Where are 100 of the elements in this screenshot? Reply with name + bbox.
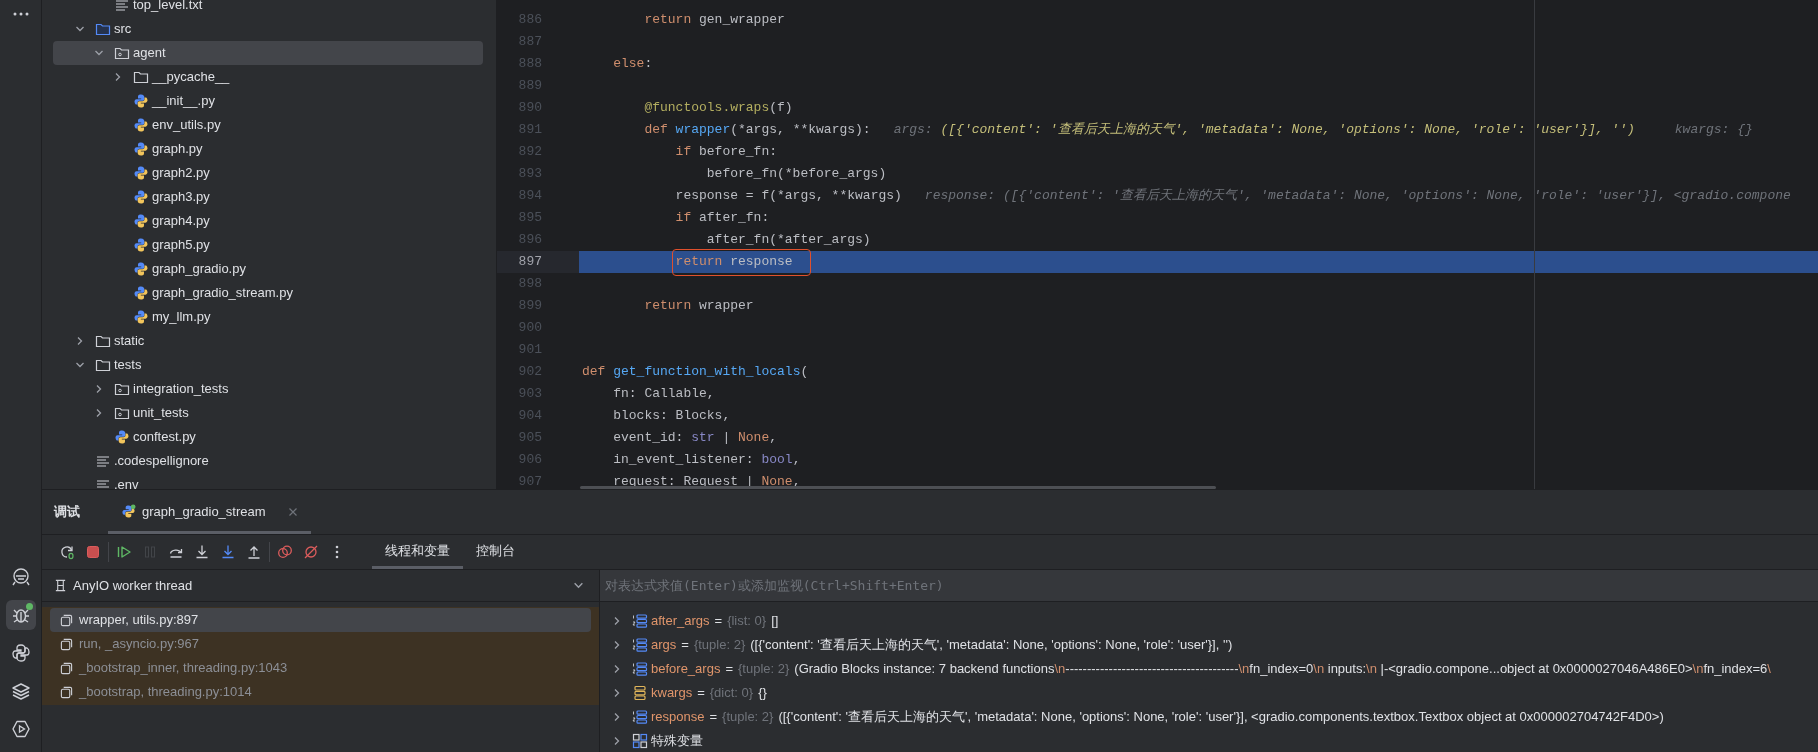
frame-item[interactable]: run, _asyncio.py:967: [50, 632, 591, 656]
code-line: return response: [675, 254, 793, 270]
chevron-right-icon[interactable]: [612, 711, 622, 722]
tree-item[interactable]: graph3.py: [53, 185, 483, 209]
tree-item[interactable]: unit_tests: [53, 401, 483, 425]
tree-item[interactable]: graph4.py: [53, 209, 483, 233]
code-line: if before_fn:: [675, 144, 778, 160]
down-arrow-icon[interactable]: [220, 544, 236, 560]
chevron-down-icon[interactable]: [75, 360, 85, 370]
chevron-down-icon: [573, 580, 584, 591]
tree-item[interactable]: __init__.py: [53, 89, 483, 113]
tree-item[interactable]: src: [53, 17, 483, 41]
stop-icon[interactable]: [85, 544, 101, 560]
crossed-circle-icon[interactable]: [303, 544, 319, 560]
package-folder-icon: [114, 405, 130, 421]
close-icon[interactable]: [287, 506, 298, 517]
stack-icon: [632, 684, 648, 701]
variable-type: {list: 0}: [727, 612, 767, 631]
session-tab[interactable]: graph_gradio_stream: [108, 492, 311, 534]
layers-icon: [10, 681, 31, 701]
package-folder-icon: [114, 45, 130, 61]
chevron-down-icon[interactable]: [75, 24, 85, 34]
grid-icon: [632, 732, 648, 749]
frame-item[interactable]: _bootstrap_inner, threading.py:1043: [50, 656, 591, 680]
chevron-right-icon[interactable]: [612, 663, 622, 674]
chevron-right-icon[interactable]: [113, 72, 123, 82]
variable-name: after_args: [651, 612, 710, 631]
tree-item[interactable]: graph_gradio_stream.py: [53, 281, 483, 305]
tree-item[interactable]: conftest.py: [53, 425, 483, 449]
chevron-right-icon[interactable]: [94, 384, 104, 394]
tree-item[interactable]: my_llm.py: [53, 305, 483, 329]
chevron-right-icon[interactable]: [612, 687, 622, 698]
frame-item[interactable]: _bootstrap, threading.py:1014: [50, 680, 591, 704]
tree-item[interactable]: static: [53, 329, 483, 353]
variable-name: 特殊变量: [651, 732, 703, 751]
tab[interactable]: 线程和变量: [372, 535, 463, 569]
tree-item[interactable]: tests: [53, 353, 483, 377]
circles-icon[interactable]: [277, 544, 293, 560]
code-line: before_fn(*before_args): [706, 166, 887, 182]
rerun-icon[interactable]: [59, 544, 75, 560]
down-arrow-icon[interactable]: [194, 544, 210, 560]
list-icon: [632, 708, 648, 725]
variable-type: {tuple: 2}: [738, 660, 790, 679]
python-file-icon: [133, 189, 149, 205]
list-icon: [632, 636, 648, 653]
variable-type: {tuple: 2}: [722, 708, 774, 727]
horizontal-scrollbar[interactable]: [580, 486, 1216, 489]
chevron-right-icon[interactable]: [612, 615, 622, 626]
resume-icon[interactable]: [116, 544, 132, 560]
equals-sign: =: [709, 708, 718, 727]
line-number: 897: [497, 251, 579, 273]
chevron-right-icon[interactable]: [94, 408, 104, 418]
tree-item[interactable]: graph_gradio.py: [53, 257, 483, 281]
tree-item[interactable]: graph2.py: [53, 161, 483, 185]
variable-type: {tuple: 2}: [693, 636, 746, 655]
chevron-right-icon[interactable]: [75, 336, 85, 346]
frame-item[interactable]: wrapper, utils.py:897: [50, 608, 591, 632]
more-icon[interactable]: [12, 11, 29, 17]
equals-sign: =: [697, 684, 705, 703]
inline-hint: kwargs: {}: [1674, 121, 1753, 140]
list-icon: [632, 660, 648, 677]
text-file-icon: [95, 453, 111, 469]
tree-item[interactable]: graph5.py: [53, 233, 483, 257]
package-folder-icon: [114, 381, 130, 397]
evaluate-field[interactable]: 对表达式求值(Enter)或添加监视(Ctrl+Shift+Enter): [600, 570, 1818, 601]
tree-item[interactable]: agent: [53, 41, 483, 65]
chevron-right-icon[interactable]: [612, 639, 622, 650]
chevron-right-icon[interactable]: [612, 735, 622, 746]
chevron-down-icon[interactable]: [94, 48, 104, 58]
equals-sign: =: [714, 612, 723, 631]
code-line: return gen_wrapper: [644, 12, 785, 28]
code-line: return wrapper: [644, 298, 754, 314]
thread-dropdown[interactable]: AnyIO worker thread: [54, 575, 587, 596]
python-icon: [10, 643, 31, 663]
panel-title: 调试: [54, 502, 80, 521]
folder-icon: [95, 357, 111, 373]
code-line: @functools.wraps(f): [644, 100, 793, 116]
code-line: blocks: Blocks,: [613, 408, 731, 424]
robot-face-icon: [10, 567, 31, 587]
stacked-squares-icon: [60, 613, 73, 627]
tree-item[interactable]: .codespellignore: [53, 449, 483, 473]
tool-window-button[interactable]: [5, 600, 36, 630]
tab[interactable]: 控制台: [463, 535, 528, 569]
variable-value: ([{'content': '查看后天上海的天气', 'metadata': None, 'options': None, 'role': 'user'}], <gradio.components.textbox.Textbox object at 0x000002704742F4D0>): [778, 708, 1664, 727]
stacked-squares-icon: [60, 637, 73, 651]
python-file-icon: [133, 141, 149, 157]
tree-item[interactable]: env_utils.py: [53, 113, 483, 137]
up-arrow-icon[interactable]: [246, 544, 262, 560]
tree-item[interactable]: .env: [53, 473, 483, 489]
tree-item[interactable]: graph.py: [53, 137, 483, 161]
inline-hint: args: ([{'content': '查看后天上海的天气', 'metadata': None, 'options': None, 'role': 'user'}], ''): [893, 121, 1635, 140]
variable-value: (Gradio Blocks instance: 7 backend functions\n----------------------------------------\nfn_index=0\n inputs:\n |-<gradio.compone...object at 0x0000027046A486E0>\nfn_index=6\: [794, 660, 1771, 679]
equals-sign: =: [725, 660, 733, 679]
tree-item[interactable]: integration_tests: [53, 377, 483, 401]
folder-icon: [95, 21, 111, 37]
python-file-icon: [133, 285, 149, 301]
python-file-icon: [121, 504, 136, 519]
tree-item[interactable]: __pycache__: [53, 65, 483, 89]
code-line: in_event_listener: bool,: [613, 452, 801, 468]
tree-item[interactable]: top_level.txt: [53, 0, 483, 17]
